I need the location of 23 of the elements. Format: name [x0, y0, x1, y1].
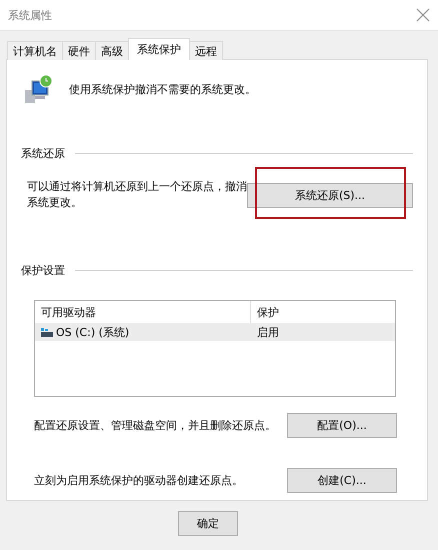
window-title: 系统属性 [8, 8, 52, 22]
action-description: 配置还原设置、管理磁盘空间，并且删除还原点。 [34, 418, 276, 433]
section-heading: 系统还原 [21, 146, 65, 161]
action-button[interactable]: 创建(C)... [287, 468, 397, 493]
action-button[interactable]: 配置(O)... [287, 413, 397, 438]
computer-icon [23, 74, 53, 104]
section-heading: 保护设置 [21, 263, 65, 278]
system-restore-button[interactable]: 系统还原(S)... [247, 182, 413, 208]
drive-icon [41, 328, 53, 336]
table-row[interactable]: OS (C:) (系统) 启用 [35, 323, 395, 341]
close-icon[interactable] [416, 8, 430, 22]
tab[interactable]: 硬件 [62, 41, 96, 60]
table-cell: OS (C:) (系统) [56, 324, 130, 340]
tab[interactable]: 远程 [189, 41, 223, 60]
restore-description: 可以通过将计算机还原到上一个还原点，撤消系统更改。 [27, 179, 247, 211]
action-description: 立刻为启用系统保护的驱动器创建还原点。 [34, 473, 243, 488]
table-cell-text: 启用 [256, 324, 280, 340]
ok-button[interactable]: 确定 [178, 511, 238, 536]
intro-text: 使用系统保护撤消不需要的系统更改。 [69, 82, 256, 96]
tab[interactable]: 计算机名 [7, 41, 63, 60]
tab[interactable]: 系统保护 [128, 38, 190, 60]
tab[interactable]: 高级 [95, 41, 129, 60]
column-header[interactable]: 保护 [251, 301, 395, 323]
